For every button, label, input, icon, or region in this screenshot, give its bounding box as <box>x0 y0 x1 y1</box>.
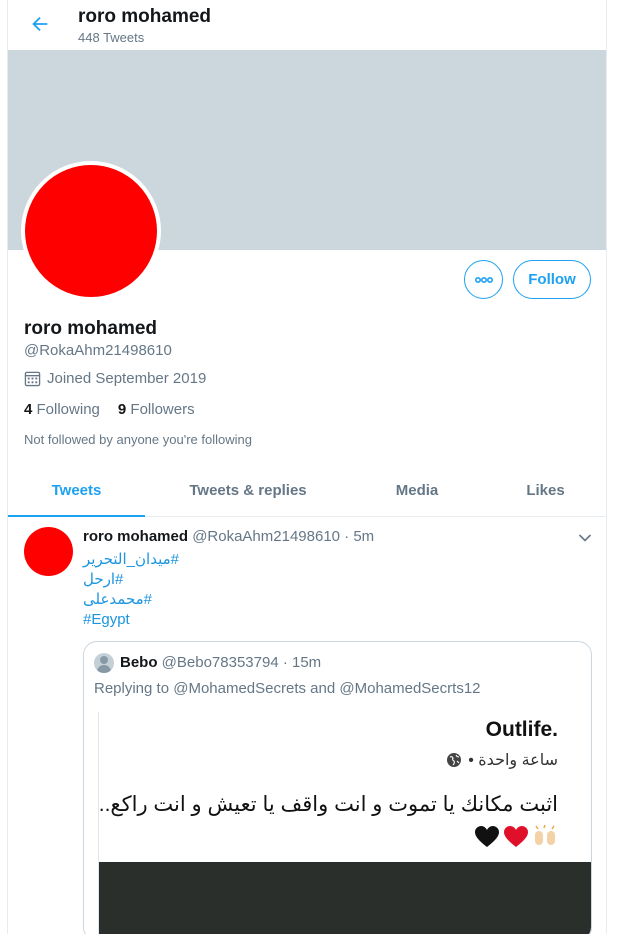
followers-link[interactable]: 9 Followers <box>118 401 195 418</box>
mention-1: @MohamedSecrets <box>173 680 306 697</box>
image-post-time: ساعة واحدة • <box>446 750 558 770</box>
quoted-tweet[interactable]: Bebo @Bebo78353794 · 15m Replying to @Mo… <box>83 641 592 934</box>
profile-page: roro mohamed 448 Tweets Follow roro moha… <box>7 0 607 934</box>
replying-to: Replying to @MohamedSecrets and @Mohamed… <box>94 680 481 697</box>
image-dark-area <box>99 862 591 934</box>
following-label: Following <box>36 401 100 418</box>
quote-header: Bebo @Bebo78353794 · 15m <box>120 654 321 671</box>
follow-button[interactable]: Follow <box>513 260 591 299</box>
back-button[interactable] <box>26 10 54 38</box>
tweet-author-name[interactable]: roro mohamed <box>83 528 188 545</box>
hashtag-link[interactable]: #ارحل <box>83 570 283 590</box>
tweet[interactable]: roro mohamed @RokaAhm21498610 · 5m #ميدا… <box>8 517 606 934</box>
tweet-hashtags: #ميدان_التحرير #ارحل #محمدعلى #Egypt <box>83 550 283 630</box>
profile-avatar[interactable] <box>21 161 161 301</box>
following-link[interactable]: 4 Following <box>24 401 100 418</box>
image-brand-text: Outlife. <box>485 718 558 741</box>
tweet-menu-button[interactable] <box>575 528 595 548</box>
tweet-count: 448 Tweets <box>78 30 145 45</box>
profile-name: roro mohamed <box>24 318 158 339</box>
globe-icon <box>447 753 462 767</box>
image-time-text: ساعة واحدة • <box>468 752 558 769</box>
arrow-left-icon <box>32 16 48 32</box>
more-dots-icon <box>474 276 493 283</box>
joined-text: Joined September 2019 <box>47 370 207 387</box>
mention-2: @MohamedSecrts12 <box>339 680 481 697</box>
followers-count: 9 <box>117 401 127 418</box>
reply-and: and <box>310 680 336 697</box>
quote-avatar <box>94 653 114 673</box>
follow-stats: 4 Following 9 Followers <box>24 401 195 418</box>
hashtag-link[interactable]: #ميدان_التحرير <box>83 550 283 570</box>
calendar-icon <box>24 371 41 387</box>
tweet-avatar[interactable] <box>24 527 73 576</box>
more-options-button[interactable] <box>464 260 503 299</box>
hashtag-link[interactable]: #Egypt <box>83 610 283 630</box>
joined-date: Joined September 2019 <box>24 370 206 387</box>
hashtag-link[interactable]: #محمدعلى <box>83 590 283 610</box>
quoted-image[interactable]: Outlife. ساعة واحدة • اثبت مكانك يا تموت… <box>98 712 591 934</box>
profile-handle: @RokaAhm21498610 <box>24 342 172 359</box>
black-heart-icon <box>475 826 499 847</box>
raised-hands-icon <box>535 825 555 845</box>
quote-author-name: Bebo <box>120 654 158 671</box>
not-followed-note: Not followed by anyone you're following <box>24 432 252 447</box>
quote-handle-time: @Bebo78353794 · 15m <box>161 654 322 671</box>
followers-label: Followers <box>130 401 195 418</box>
header-title: roro mohamed <box>78 6 212 27</box>
tab-tweets-replies[interactable]: Tweets & replies <box>145 465 351 516</box>
tab-tweets[interactable]: Tweets <box>8 465 145 517</box>
image-quote-text: اثبت مكانك يا تموت و انت واقف يا تعيش و … <box>98 793 558 816</box>
tweet-handle-time: @RokaAhm21498610 · 5m <box>192 528 375 545</box>
profile-tabs: Tweets Tweets & replies Media Likes <box>8 465 606 517</box>
following-count: 4 <box>24 401 33 418</box>
image-emoji-row <box>474 825 558 849</box>
tweet-header: roro mohamed @RokaAhm21498610 · 5m <box>83 528 374 545</box>
top-bar: roro mohamed 448 Tweets <box>8 0 606 50</box>
red-heart-icon <box>504 826 528 847</box>
tab-media[interactable]: Media <box>351 465 483 516</box>
reply-prefix: Replying to <box>94 680 170 697</box>
chevron-down-icon <box>578 534 592 542</box>
tab-likes[interactable]: Likes <box>483 465 606 516</box>
